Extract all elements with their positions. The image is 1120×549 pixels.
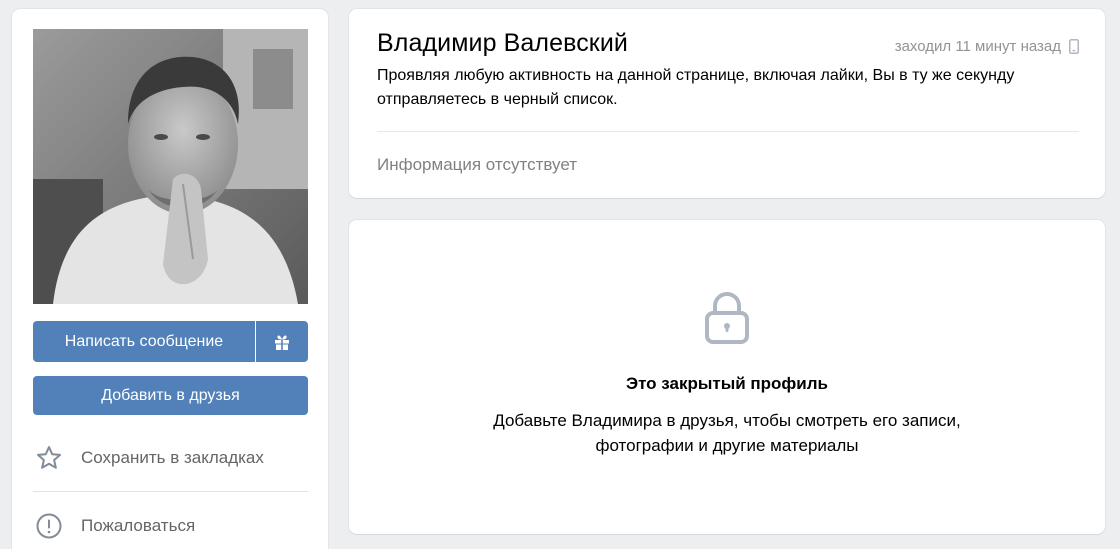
profile-name: Владимир Валевский [377, 29, 628, 57]
gift-icon [275, 335, 289, 350]
primary-actions: Написать сообщение [33, 321, 308, 362]
last-seen-status: заходил 11 минут назад [895, 38, 1079, 55]
profile-info-card: Владимир Валевский заходил 11 минут наза… [349, 9, 1105, 198]
profile-page: Написать сообщение Добавить в друзья Сох… [0, 0, 1120, 549]
gift-button[interactable] [256, 321, 308, 362]
profile-sidebar-card: Написать сообщение Добавить в друзья Сох… [12, 9, 328, 549]
save-bookmark-action[interactable]: Сохранить в закладках [33, 435, 308, 481]
avatar-photo [33, 29, 308, 304]
phone-icon [1069, 39, 1079, 54]
exclamation-icon [33, 510, 65, 542]
divider [377, 131, 1079, 132]
last-seen-text: заходил 11 минут назад [894, 38, 1061, 55]
send-message-button[interactable]: Написать сообщение [33, 321, 255, 362]
add-friend-button[interactable]: Добавить в друзья [33, 376, 308, 415]
no-info-text: Информация отсутствует [377, 155, 578, 174]
save-bookmark-label: Сохранить в закладках [81, 448, 264, 467]
report-label: Пожаловаться [81, 516, 196, 535]
closed-profile-title: Это закрытый профиль [625, 374, 829, 393]
closed-profile-card: Это закрытый профиль Добавьте Владимира … [349, 220, 1105, 534]
lock-icon [703, 290, 751, 351]
star-icon [33, 442, 65, 474]
closed-profile-description: Добавьте Владимира в друзья, чтобы смотр… [493, 411, 961, 455]
avatar[interactable] [33, 29, 308, 304]
profile-status-text: Проявляя любую активность на данной стра… [377, 67, 1015, 108]
divider [33, 491, 308, 492]
report-action[interactable]: Пожаловаться [33, 503, 308, 549]
